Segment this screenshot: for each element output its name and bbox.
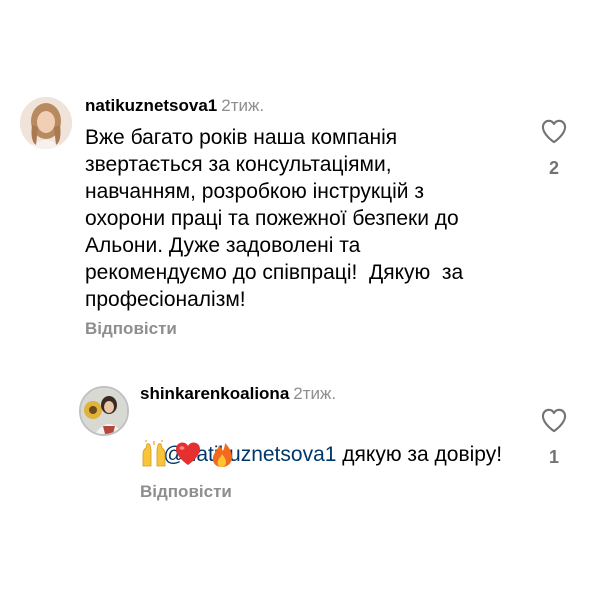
- timestamp: 2тиж.: [293, 384, 337, 403]
- timestamp: 2тиж.: [221, 96, 265, 115]
- like-control[interactable]: 2: [539, 118, 569, 179]
- like-control[interactable]: 1: [539, 407, 569, 468]
- heart-outline-icon[interactable]: [539, 118, 569, 144]
- avatar[interactable]: [20, 97, 72, 149]
- fire-emoji: [212, 443, 232, 467]
- reply-message: дякую за довіру!: [336, 443, 503, 466]
- reply-meta: shinkarenkoaliona 2тиж.: [140, 384, 336, 404]
- reply-item: shinkarenkoaliona 2тиж. @natikuznetsova1 …: [0, 370, 600, 510]
- comment-meta: natikuznetsova1 2тиж.: [85, 96, 264, 116]
- comment-item: natikuznetsova1 2тиж. Вже багато років на…: [0, 0, 600, 360]
- like-count: 1: [548, 447, 559, 467]
- red-heart-emoji: [176, 442, 200, 465]
- avatar[interactable]: [79, 386, 129, 436]
- comment-text: Вже багато років наша компанія звертаєть…: [85, 126, 464, 311]
- reply-button[interactable]: Відповісти: [85, 319, 177, 339]
- reply-button[interactable]: Відповісти: [140, 482, 232, 502]
- username[interactable]: shinkarenkoaliona: [140, 384, 289, 403]
- username[interactable]: natikuznetsova1: [85, 96, 217, 115]
- heart-outline-icon[interactable]: [539, 407, 569, 433]
- like-count: 2: [548, 158, 559, 178]
- raising-hands-emoji: [142, 440, 166, 467]
- emoji-row: [140, 440, 236, 468]
